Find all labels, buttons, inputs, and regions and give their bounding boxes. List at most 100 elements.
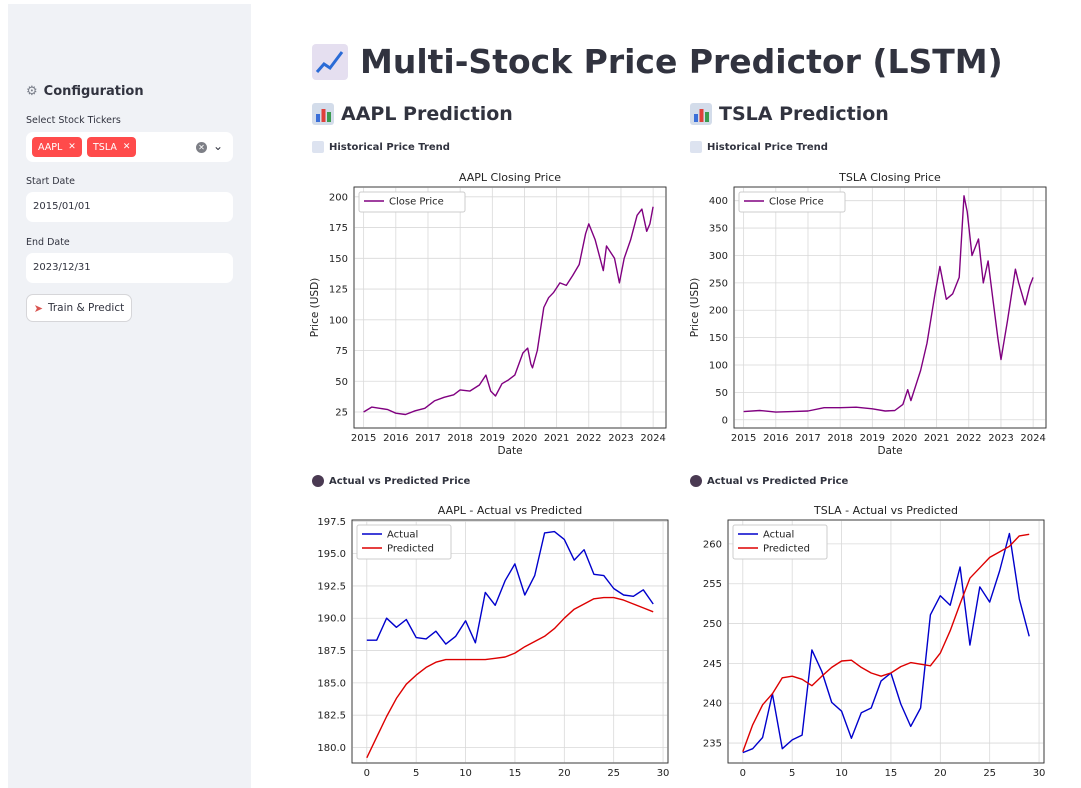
y-tick-label: 195.0	[317, 549, 346, 560]
start-date-input[interactable]: 2015/01/01	[26, 192, 233, 222]
y-axis-label: Price (USD)	[309, 278, 321, 338]
chart-title: TSLA Closing Price	[838, 171, 941, 184]
remove-chip-icon[interactable]: ✕	[123, 142, 131, 152]
legend-label: Predicted	[387, 544, 434, 555]
y-tick-label: 50	[715, 388, 728, 399]
x-tick-label: 5	[789, 768, 795, 779]
y-tick-label: 150	[329, 254, 348, 265]
x-tick-label: 5	[413, 768, 419, 779]
rocket-icon: ➤	[33, 301, 43, 315]
end-date-input[interactable]: 2023/12/31	[26, 253, 233, 283]
y-tick-label: 250	[709, 278, 728, 289]
x-tick-label: 2020	[512, 433, 537, 444]
aapl-section-title-text: AAPL Prediction	[341, 103, 513, 125]
crystal-ball-icon	[690, 475, 702, 487]
aapl-predicted-subtitle: Actual vs Predicted Price	[312, 475, 470, 487]
y-tick-label: 250	[703, 619, 722, 630]
aapl-section-title: AAPL Prediction	[312, 103, 513, 125]
x-tick-label: 2023	[608, 433, 633, 444]
x-tick-label: 2016	[763, 433, 788, 444]
legend-label: Actual	[387, 530, 418, 541]
x-tick-label: 30	[1033, 768, 1046, 779]
end-date-label: End Date	[26, 237, 70, 248]
page-title: Multi-Stock Price Predictor (LSTM)	[312, 42, 1003, 81]
x-tick-label: 2021	[544, 433, 569, 444]
x-tick-label: 10	[459, 768, 472, 779]
chart-increasing-icon	[312, 141, 324, 153]
legend-label: Predicted	[763, 544, 810, 555]
x-tick-label: 2018	[447, 433, 472, 444]
y-axis-label: Price (USD)	[689, 278, 701, 338]
chart-increasing-icon	[312, 43, 348, 80]
sidebar-title: ⚙ Configuration	[26, 84, 144, 99]
plot-area	[733, 186, 1047, 429]
train-predict-button[interactable]: ➤ Train & Predict	[26, 294, 132, 322]
ticker-multiselect[interactable]: AAPL ✕ TSLA ✕ ✕ ⌄	[26, 132, 233, 162]
start-date-label: Start Date	[26, 176, 75, 187]
chevron-down-icon[interactable]: ⌄	[213, 139, 223, 153]
x-tick-label: 15	[885, 768, 898, 779]
tsla-predicted-subtitle: Actual vs Predicted Price	[690, 475, 848, 487]
ticker-chip-tsla[interactable]: TSLA ✕	[87, 137, 137, 157]
x-axis-label: Date	[497, 445, 522, 457]
y-tick-label: 100	[709, 361, 728, 372]
x-axis-label: Date	[877, 445, 902, 457]
chart-title: AAPL Closing Price	[459, 171, 561, 184]
x-tick-label: 2022	[956, 433, 981, 444]
bar-chart-icon	[690, 103, 712, 125]
tsla-section-title: TSLA Prediction	[690, 103, 889, 125]
remove-chip-icon[interactable]: ✕	[68, 142, 76, 152]
ticker-chip-aapl[interactable]: AAPL ✕	[32, 137, 82, 157]
y-tick-label: 75	[335, 346, 348, 357]
aapl-actual-vs-predicted-chart: 0 5 10 15 20 25 30 180.0 182.5 185.0 187.5 190.0 192…	[317, 504, 670, 779]
chart-title: AAPL - Actual vs Predicted	[438, 504, 582, 517]
gear-icon: ⚙	[26, 84, 38, 99]
x-tick-label: 2023	[988, 433, 1013, 444]
y-tick-label: 240	[703, 699, 722, 710]
y-tick-label: 260	[703, 539, 722, 550]
chart-title: TSLA - Actual vs Predicted	[813, 504, 958, 517]
y-tick-label: 180.0	[317, 743, 346, 754]
tsla-section-title-text: TSLA Prediction	[719, 103, 889, 125]
x-tick-label: 30	[657, 768, 670, 779]
plot-area	[353, 186, 667, 429]
x-tick-label: 25	[607, 768, 620, 779]
y-tick-label: 190.0	[317, 614, 346, 625]
tsla-predicted-label: Actual vs Predicted Price	[707, 475, 849, 487]
y-tick-label: 300	[709, 251, 728, 262]
y-tick-label: 400	[709, 196, 728, 207]
y-tick-label: 192.5	[317, 581, 346, 592]
ticker-chip-label: TSLA	[93, 141, 117, 153]
tsla-actual-vs-predicted-chart: 0 5 10 15 20 25 30 235 240 245 250 255 260 TSLA - Act…	[703, 504, 1046, 779]
legend-label: Close Price	[769, 197, 824, 208]
crystal-ball-icon	[312, 475, 324, 487]
x-tick-label: 2017	[415, 433, 440, 444]
aapl-predicted-label: Actual vs Predicted Price	[329, 475, 471, 487]
x-tick-label: 20	[558, 768, 571, 779]
clear-all-icon[interactable]: ✕	[196, 142, 207, 153]
x-tick-label: 0	[364, 768, 370, 779]
ticker-chip-label: AAPL	[38, 141, 63, 153]
x-tick-label: 20	[934, 768, 947, 779]
legend-label: Actual	[763, 530, 794, 541]
y-tick-label: 100	[329, 315, 348, 326]
tsla-historical-subtitle: Historical Price Trend	[690, 141, 828, 153]
y-tick-label: 187.5	[317, 646, 346, 657]
aapl-historical-label: Historical Price Trend	[329, 141, 450, 153]
x-tick-label: 2024	[640, 433, 665, 444]
aapl-closing-price-chart: 2015 2016 2017 2018 2019 2020 2021 2022 2023 2024…	[309, 171, 667, 457]
x-tick-label: 2024	[1020, 433, 1045, 444]
x-tick-label: 10	[835, 768, 848, 779]
bar-chart-icon	[312, 103, 334, 125]
y-tick-label: 255	[703, 579, 722, 590]
x-tick-label: 2015	[351, 433, 376, 444]
train-predict-label: Train & Predict	[47, 302, 125, 314]
x-tick-label: 2018	[827, 433, 852, 444]
y-tick-label: 50	[335, 377, 348, 388]
y-tick-label: 125	[329, 285, 348, 296]
x-tick-label: 2020	[892, 433, 917, 444]
x-tick-label: 2017	[795, 433, 820, 444]
x-tick-label: 2015	[731, 433, 756, 444]
x-tick-label: 2021	[924, 433, 949, 444]
x-tick-label: 0	[740, 768, 746, 779]
